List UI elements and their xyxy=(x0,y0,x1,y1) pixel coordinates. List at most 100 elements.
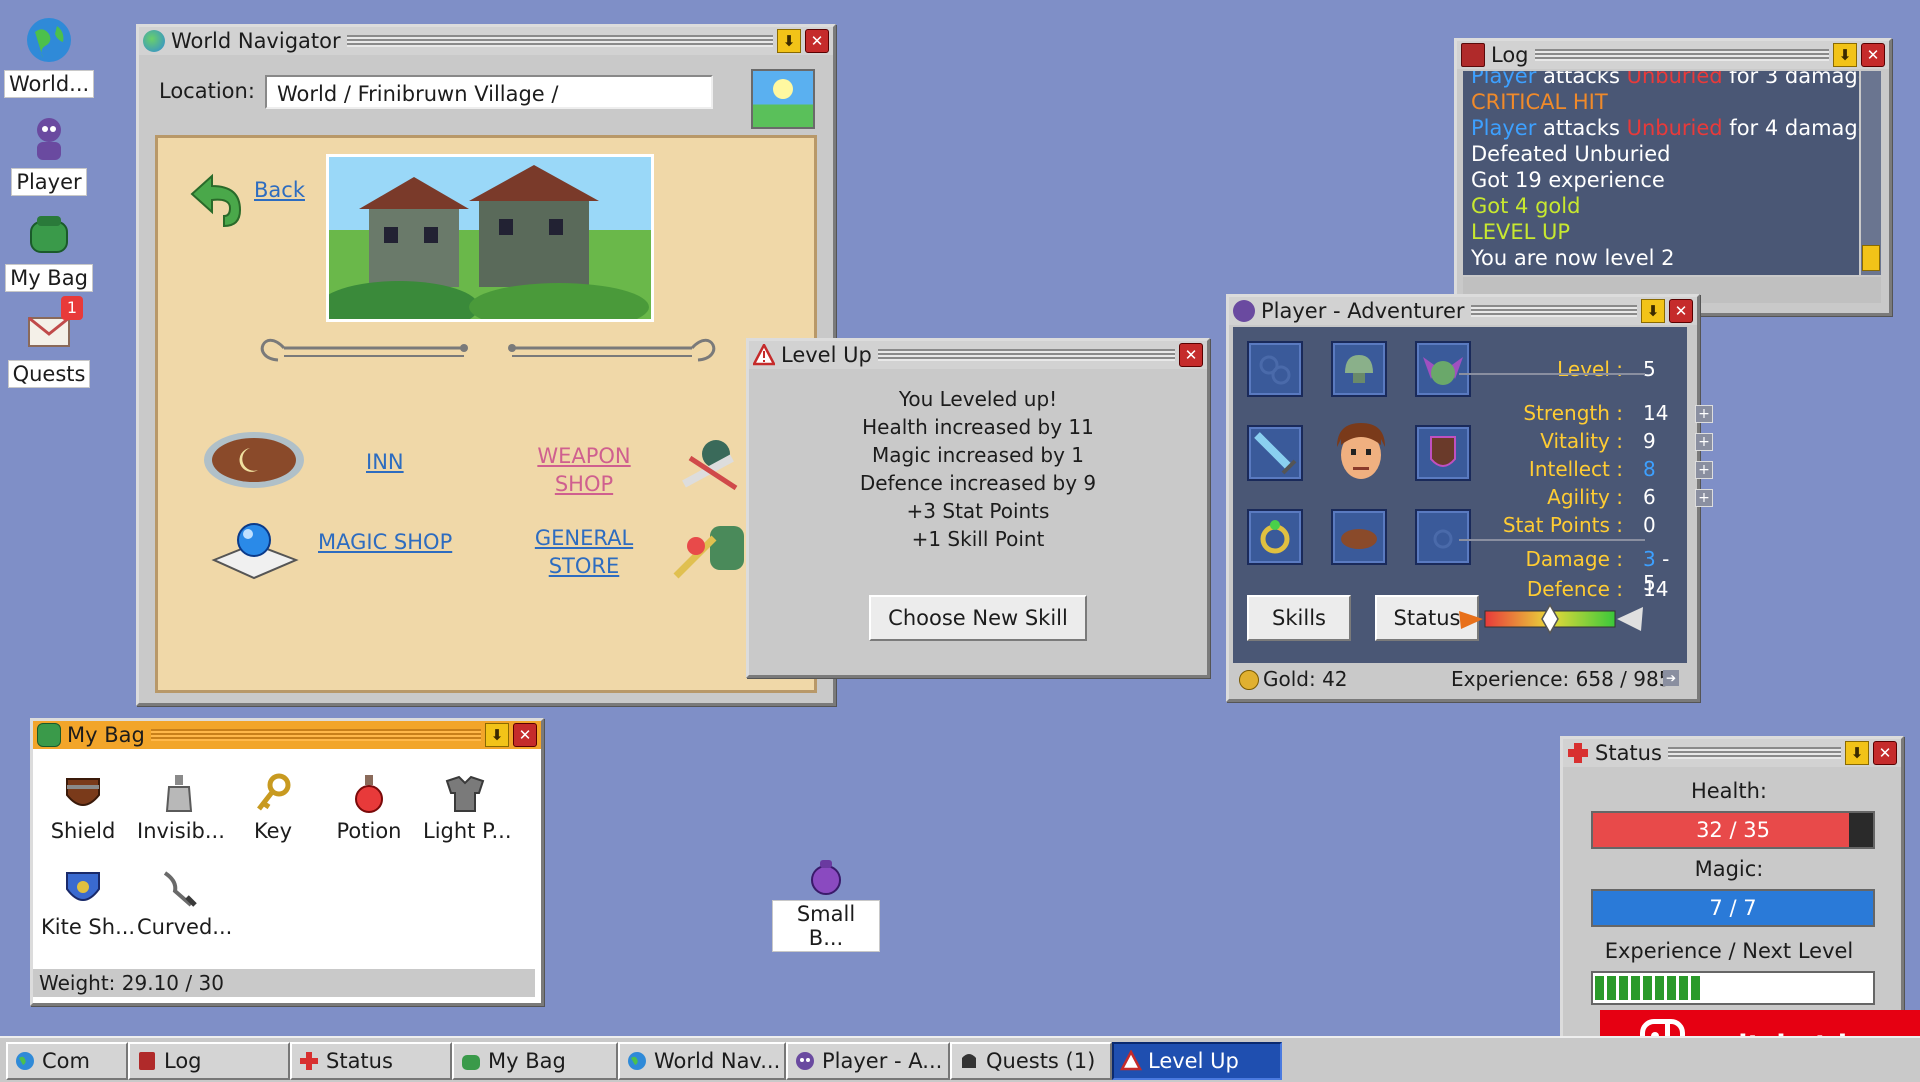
gold-coins-icon xyxy=(1239,670,1259,690)
log-entry: You are now level 2 xyxy=(1471,245,1859,271)
desktop-icon-player[interactable]: Player xyxy=(4,112,94,196)
weapon-shop-icon[interactable] xyxy=(676,434,748,504)
key-icon xyxy=(251,771,295,815)
titlebar-grip xyxy=(1534,49,1829,61)
inn-sign-icon[interactable] xyxy=(202,430,306,490)
stat-increase-button[interactable]: + xyxy=(1695,405,1713,423)
general-store-icon[interactable] xyxy=(670,516,748,590)
bag-item-shield[interactable]: Shield xyxy=(41,771,125,843)
log-entry: Player attacks Unburied for 4 damage xyxy=(1471,115,1859,141)
dropped-item-small-bag[interactable]: Small B... xyxy=(772,856,880,952)
stat-value: 8 xyxy=(1643,457,1656,481)
dropped-item-label: Small B... xyxy=(772,900,880,952)
skills-button[interactable]: Skills xyxy=(1247,595,1351,641)
bag-item-potion[interactable]: Potion xyxy=(327,771,411,843)
desktop-icon-quests[interactable]: 1 Quests xyxy=(4,296,94,388)
weapon-shop-link[interactable]: WEAPON SHOP xyxy=(536,442,632,498)
ornament-divider xyxy=(260,339,716,362)
health-text: 32 / 35 xyxy=(1696,818,1770,842)
titlebar-grip xyxy=(877,349,1175,361)
bag-item-kite-shield[interactable]: Kite Sh... xyxy=(41,867,135,939)
taskbar-item[interactable]: Quests (1) xyxy=(950,1042,1112,1080)
close-button[interactable]: ✕ xyxy=(1861,43,1885,67)
minimize-button[interactable]: ⬇ xyxy=(777,29,801,53)
close-button[interactable]: ✕ xyxy=(1669,299,1693,323)
log-scrollbar[interactable] xyxy=(1861,71,1881,275)
bag-weight: Weight: 29.10 / 30 xyxy=(33,969,535,997)
scroll-thumb[interactable] xyxy=(1862,245,1880,271)
location-field[interactable]: World / Frinibruwn Village / xyxy=(265,75,713,109)
spellbook-icon[interactable] xyxy=(208,514,300,586)
minimize-button[interactable]: ⬇ xyxy=(485,723,509,747)
window-titlebar[interactable]: Status ⬇ ✕ xyxy=(1563,739,1901,767)
boots-slot[interactable] xyxy=(1331,509,1387,565)
red-cross-icon xyxy=(1567,742,1589,764)
sword-slot[interactable] xyxy=(1247,425,1303,481)
general-store-link[interactable]: GENERAL STORE xyxy=(526,524,642,580)
taskbar-item[interactable]: Log xyxy=(128,1042,290,1080)
close-button[interactable]: ✕ xyxy=(1179,343,1203,367)
taskbar-item[interactable]: My Bag xyxy=(452,1042,618,1080)
stat-increase-button[interactable]: + xyxy=(1695,433,1713,451)
close-button[interactable]: ✕ xyxy=(1873,741,1897,765)
bag-item-key[interactable]: Key xyxy=(231,771,315,843)
log-entry-part: CRITICAL HIT xyxy=(1471,90,1608,114)
taskbar-item-label: Status xyxy=(326,1049,393,1073)
player-icon xyxy=(1233,300,1255,322)
desktop-icon-bag[interactable]: My Bag xyxy=(4,208,94,292)
window-titlebar[interactable]: Player - Adventurer ⬇ ✕ xyxy=(1229,297,1697,325)
player-icon xyxy=(23,112,75,164)
log-entry: Player attacks Unburied for 3 damage xyxy=(1471,71,1859,89)
taskbar-item[interactable]: Player - A... xyxy=(786,1042,950,1080)
weather-sun-icon xyxy=(751,69,815,129)
taskbar-item-label: Quests (1) xyxy=(986,1049,1096,1073)
experience-segment xyxy=(1631,976,1640,1000)
bag-item-label: Potion xyxy=(336,819,402,843)
window-titlebar[interactable]: Log ⬇ ✕ xyxy=(1457,41,1889,69)
bag-item-curved-sword[interactable]: Curved... xyxy=(137,867,232,939)
helmet-slot[interactable] xyxy=(1331,341,1387,397)
window-titlebar[interactable]: My Bag ⬇ ✕ xyxy=(33,721,541,749)
experience-segment xyxy=(1619,976,1628,1000)
close-button[interactable]: ✕ xyxy=(513,723,537,747)
minimize-button[interactable]: ⬇ xyxy=(1833,43,1857,67)
log-entry-part: for 4 damage xyxy=(1722,116,1859,140)
bag-icon xyxy=(23,208,75,260)
stat-value: 6 xyxy=(1643,485,1656,509)
warning-icon xyxy=(751,342,777,366)
player-footer: Gold: 42 Experience: 658 / 985 ➔ xyxy=(1233,665,1687,693)
stat-increase-button[interactable]: + xyxy=(1695,489,1713,507)
damage-min: 3 xyxy=(1643,547,1656,571)
window-titlebar[interactable]: World Navigator ⬇ ✕ xyxy=(139,27,833,55)
magic-label: Magic: xyxy=(1694,857,1764,881)
choose-new-skill-button[interactable]: Choose New Skill xyxy=(869,595,1087,641)
desktop-icon-world[interactable]: World... xyxy=(4,14,95,98)
inn-link[interactable]: INN xyxy=(366,450,404,474)
bag-item-invisibility[interactable]: Invisib... xyxy=(137,771,225,843)
taskbar-item[interactable]: Status xyxy=(290,1042,452,1080)
desktop-icon-label: Player xyxy=(11,168,87,196)
close-button[interactable]: ✕ xyxy=(805,29,829,53)
player-window: Player - Adventurer ⬇ ✕ Skills Status Le… xyxy=(1226,294,1713,702)
log-entry-part: attacks xyxy=(1536,71,1627,88)
minimize-button[interactable]: ⬇ xyxy=(1845,741,1869,765)
stat-label: Strength : xyxy=(1523,401,1623,425)
window-title: Level Up xyxy=(781,343,872,367)
log-entry-part: attacks xyxy=(1536,116,1627,140)
minimize-button[interactable]: ⬇ xyxy=(1641,299,1665,323)
taskbar-item[interactable]: Level Up xyxy=(1112,1042,1282,1080)
taskbar-item[interactable]: Com xyxy=(6,1042,128,1080)
titlebar-grip xyxy=(346,35,773,47)
stat-increase-button[interactable]: + xyxy=(1695,461,1713,479)
magic-shop-link[interactable]: MAGIC SHOP xyxy=(318,530,452,554)
taskbar-item[interactable]: World Nav... xyxy=(618,1042,786,1080)
amulet-slot[interactable] xyxy=(1247,341,1303,397)
back-arrow-icon[interactable] xyxy=(184,168,248,235)
log-entry-part: for 3 damage xyxy=(1722,71,1859,88)
arrow-right-icon[interactable]: ➔ xyxy=(1663,670,1679,686)
taskbar-item-label: Player - A... xyxy=(822,1049,943,1073)
back-link[interactable]: Back xyxy=(254,178,305,202)
window-titlebar[interactable]: Level Up ✕ xyxy=(749,341,1207,369)
bag-item-light-plate[interactable]: Light P... xyxy=(423,771,512,843)
ring-slot[interactable] xyxy=(1247,509,1303,565)
